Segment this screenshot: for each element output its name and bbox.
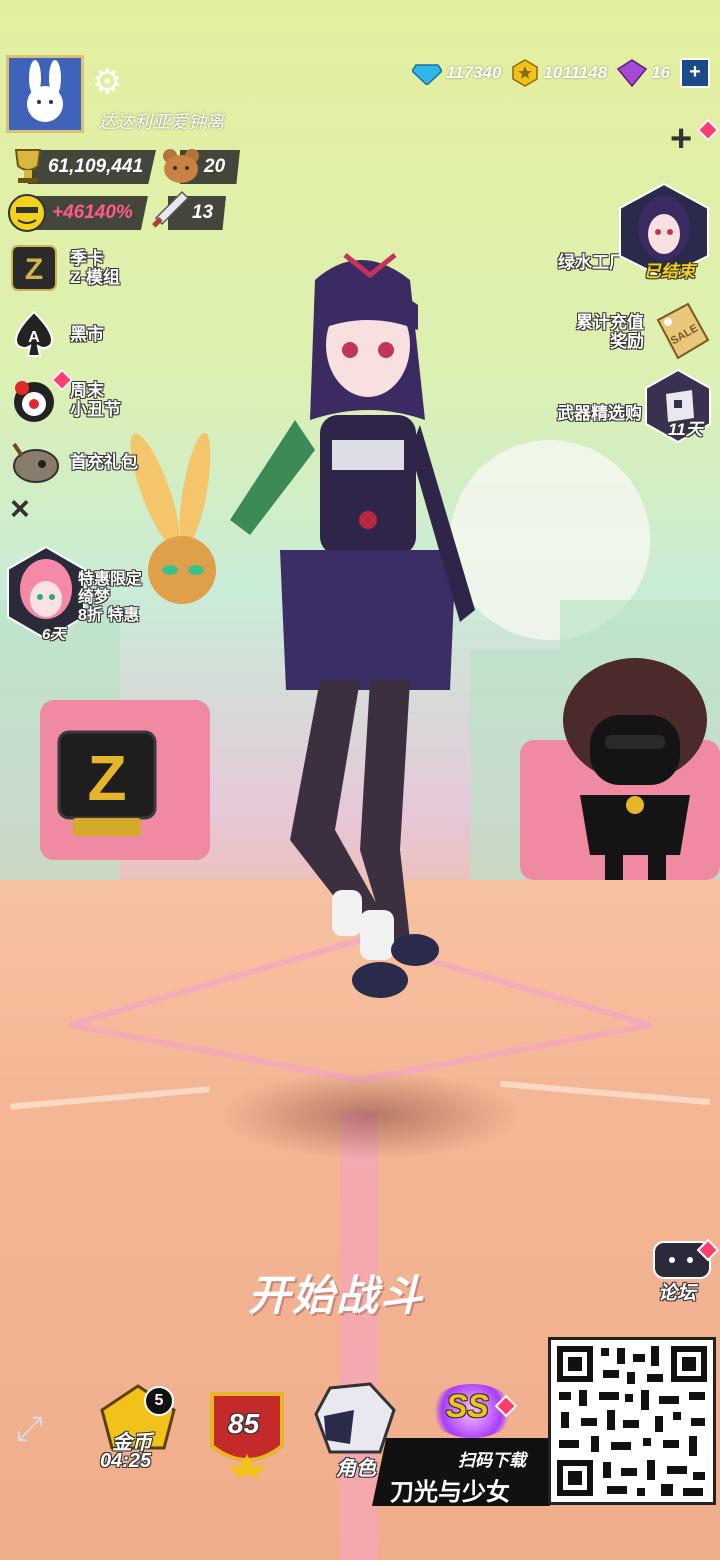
diamond-icon <box>411 64 442 85</box>
player-avatar[interactable] <box>6 55 84 133</box>
gold-count: 1011148 <box>543 63 608 82</box>
first-purchase-item[interactable]: 首充礼包 <box>8 436 138 488</box>
character-label: 角色 <box>336 1458 376 1480</box>
z-badge-icon: Z <box>11 245 57 291</box>
add-currency-button[interactable]: + <box>680 58 710 88</box>
weekend-clown-label: 周末 <box>70 381 104 400</box>
black-market-label: 黑市 <box>70 324 104 344</box>
forum-label: 论坛 <box>658 1283 697 1304</box>
season-card-item[interactable]: Z 季卡 Z-模组 <box>8 242 120 294</box>
game-title-label: 刀光与少女 <box>390 1479 510 1506</box>
close-icon[interactable]: × <box>10 490 30 529</box>
download-promo-banner[interactable]: 扫码下载 刀光与少女 <box>372 1438 550 1506</box>
weekend-clown-item[interactable]: 周末 小丑节 <box>8 368 121 426</box>
smiley-face-icon <box>8 194 46 232</box>
main-character[interactable] <box>220 250 510 1050</box>
gold-reward-count: 5 <box>144 1386 174 1416</box>
weapon-select-label: 武器精选购 <box>557 404 642 423</box>
weapon-select-item[interactable]: 武器精选购 11天 <box>557 368 712 449</box>
qr-code[interactable] <box>548 1337 716 1505</box>
promo-discount: 8折 特惠 <box>78 607 140 624</box>
gift-creature-icon <box>12 442 59 483</box>
bonus-value: +46140% <box>52 202 133 223</box>
weapon-days-left: 11天 <box>668 420 703 439</box>
svg-text:Z: Z <box>87 742 126 814</box>
level-badge[interactable]: 85 <box>206 1388 290 1482</box>
player-username: 达达利亚爱钟离 <box>98 112 224 132</box>
recharge-reward-sublabel: 奖励 <box>610 332 644 351</box>
season-card-label: 季卡 <box>70 249 104 268</box>
promo-days-left: 6天 <box>42 626 66 643</box>
character-shadow <box>220 1070 520 1160</box>
gem-currency: 16 <box>617 59 670 87</box>
sale-tag-icon: SALE <box>656 302 710 360</box>
weapon-count: 13 <box>192 202 214 223</box>
green-factory-item[interactable]: 绿水工厂 已结束 <box>558 180 712 285</box>
promo-title: 特惠限定 <box>78 571 143 588</box>
bear-icon <box>163 149 199 183</box>
gem-count: 16 <box>651 63 670 82</box>
diamond-currency: 117340 <box>411 61 502 85</box>
floor-stripe <box>340 1110 378 1560</box>
svg-text:Z: Z <box>25 253 43 286</box>
settings-gear-icon[interactable]: ⚙ <box>92 62 122 102</box>
ss-rank-button[interactable]: SS <box>430 1384 520 1444</box>
weekend-clown-sublabel: 小丑节 <box>70 400 121 419</box>
currency-bar: 117340 1011148 16 + <box>411 58 710 88</box>
pet-count: 20 <box>204 156 226 177</box>
scan-download-label: 扫码下载 <box>458 1451 526 1470</box>
start-battle-button[interactable]: 开始战斗 <box>248 1262 424 1323</box>
gold-coin-icon <box>512 59 539 87</box>
limited-character-promo[interactable]: 特惠限定 绮梦 8折 特惠 6天 <box>6 545 166 645</box>
promo-name: 绮梦 <box>78 589 111 606</box>
sword-icon <box>152 190 190 228</box>
black-market-item[interactable]: A 黑市 <box>8 308 104 360</box>
recharge-reward-item[interactable]: 累计充值 奖励 SALE <box>576 300 712 364</box>
gold-reward-button[interactable]: 5 金币 04:25 <box>98 1382 182 1482</box>
gem-icon <box>617 59 648 87</box>
level-value: 85 <box>228 1408 260 1439</box>
trophy-icon <box>14 149 42 183</box>
diamond-count: 117340 <box>445 63 502 82</box>
rabbit-avatar-icon <box>9 58 81 130</box>
add-plus-icon[interactable]: + <box>670 118 692 161</box>
ace-spade-icon: A <box>14 310 54 357</box>
gold-currency: 1011148 <box>511 59 607 87</box>
expand-arrows-icon[interactable]: ⤢ <box>16 1410 43 1449</box>
ss-rank-label: SS <box>446 1388 489 1424</box>
z-module-crate[interactable]: Z <box>55 728 160 840</box>
trophy-count: 61,109,441 <box>48 156 144 177</box>
recharge-reward-label: 累计充值 <box>576 313 644 332</box>
afro-npc[interactable] <box>560 655 710 885</box>
season-card-sublabel: Z-模组 <box>70 268 121 287</box>
forum-button[interactable]: 论坛 <box>652 1238 720 1304</box>
qr-code-icon <box>551 1340 713 1502</box>
first-purchase-label: 首充礼包 <box>70 452 138 472</box>
svg-text:A: A <box>28 329 40 346</box>
gold-reward-timer: 04:25 <box>100 1450 152 1472</box>
event-ended-label: 已结束 <box>644 262 695 281</box>
